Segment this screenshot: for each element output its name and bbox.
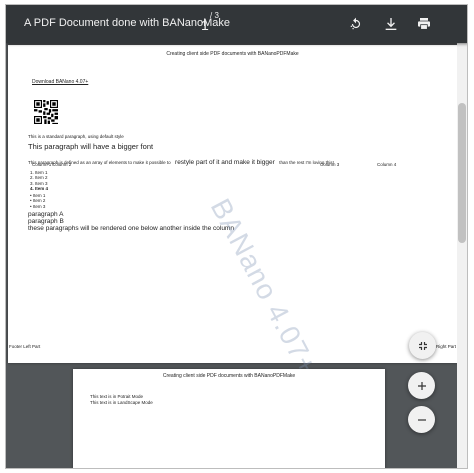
column-3: Column 3 (320, 162, 340, 167)
list-item: • Item 2 (30, 198, 46, 204)
array-paragraph-restyled: restyle part of it and make it bigger (175, 159, 275, 166)
print-icon (418, 18, 430, 30)
download-icon (385, 18, 397, 30)
watermark: BANano 4.07+ (204, 193, 324, 381)
list-item: 2. Item 2 (30, 175, 48, 181)
landscape-text: This text is in LandScape Mode (90, 400, 153, 405)
page-header: Creating client side PDF documents with … (166, 51, 299, 57)
fit-page-button[interactable] (409, 332, 436, 359)
zoom-out-icon (417, 418, 426, 421)
standard-paragraph: This is a standard paragraph, using defa… (28, 134, 124, 139)
portrait-text: This text is in Potrait Mode (90, 394, 144, 399)
pdf-page-2: Creating client side PDF documents with … (73, 369, 385, 468)
zoom-out-button[interactable] (408, 406, 435, 433)
array-paragraph: This paragraph is defined as an array of… (28, 151, 334, 169)
vertical-scrollbar[interactable] (457, 43, 467, 468)
pdf-page-1: Creating client side PDF documents with … (8, 45, 457, 380)
column-1: Column 1 (32, 162, 52, 167)
footer-left: Footer Left Part (9, 344, 41, 349)
column-2: Column 2 (52, 162, 72, 167)
qr-code-image (34, 100, 58, 124)
download-button[interactable] (381, 14, 401, 34)
rotate-button[interactable] (346, 14, 366, 34)
zoom-in-button[interactable] (408, 372, 435, 399)
document-title: A PDF Document done with BANanoMake (24, 17, 231, 29)
paragraph-a: paragraph A (28, 211, 64, 218)
bigger-font-paragraph: This paragraph will have a bigger font (28, 142, 154, 151)
zoom-in-icon (417, 381, 426, 390)
list-item: • Item 3 (30, 203, 46, 209)
paragraph-b: paragraph B (28, 218, 64, 225)
rotate-icon (350, 17, 361, 30)
fit-page-icon (418, 341, 427, 350)
page-header: Creating client side PDF documents with … (162, 373, 296, 379)
scrollbar-thumb[interactable] (458, 103, 466, 243)
ordered-list: 1. Item 1 2. Item 2 3. Item 3 4. Item 4 (30, 170, 48, 191)
page-number-input[interactable]: 1 (201, 17, 209, 33)
column-paragraphs-text: these paragraphs will be rendered one be… (28, 225, 234, 232)
print-button[interactable] (414, 14, 434, 34)
viewer-toolbar: A PDF Document done with BANanoMake 1 / … (6, 5, 467, 43)
list-item: 4. Item 4 (30, 185, 49, 191)
bullet-list: • Item 1 • Item 2 • Item 3 (30, 193, 45, 209)
pdf-viewer: A PDF Document done with BANanoMake 1 / … (5, 4, 468, 469)
page-count: / 3 (210, 11, 219, 20)
download-link[interactable]: Download BANano 4.07+ (32, 79, 88, 85)
column-4: Column 4 (377, 162, 397, 167)
